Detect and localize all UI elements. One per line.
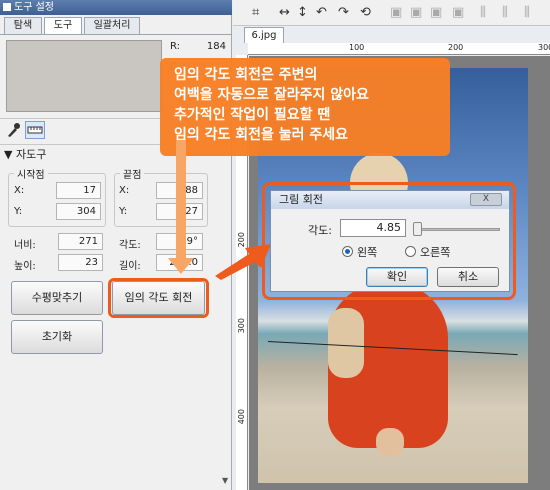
ok-button[interactable]: 확인 bbox=[366, 267, 428, 287]
end-point-label: 끝점 bbox=[120, 166, 145, 181]
tab-tools[interactable]: 도구 bbox=[44, 17, 82, 34]
photo-figure-arm bbox=[328, 308, 364, 378]
r-label: R: bbox=[170, 41, 181, 52]
radio-right[interactable] bbox=[405, 246, 416, 257]
callout-text-line: 추가적인 작업이 필요할 땐 bbox=[174, 107, 331, 123]
align-icon-4[interactable]: ▣ bbox=[452, 5, 464, 20]
ruler-tool-icon[interactable] bbox=[25, 121, 45, 139]
color-preview bbox=[6, 40, 162, 112]
section-title-ruler-tool[interactable]: ▼ 자도구 bbox=[4, 146, 46, 162]
distribute-icon-3[interactable]: ⫼ bbox=[524, 5, 530, 20]
start-point-label: 시작점 bbox=[14, 166, 48, 181]
angle-label: 각도: bbox=[119, 240, 141, 251]
scroll-down-icon[interactable]: ▼ bbox=[222, 476, 228, 485]
rotate-right-icon[interactable]: ↷ bbox=[338, 5, 349, 20]
start-y-label: Y: bbox=[14, 206, 23, 217]
dialog-close-button[interactable]: X bbox=[470, 193, 502, 206]
tab-batch[interactable]: 일괄처리 bbox=[84, 17, 140, 34]
ruler-top bbox=[248, 43, 550, 55]
crop-icon[interactable]: ⌗ bbox=[252, 5, 259, 20]
ruler-top-label: 100 bbox=[349, 43, 365, 52]
ruler-top-label: 200 bbox=[448, 43, 464, 52]
callout-text-line: 여백을 자동으로 잘라주지 않아요 bbox=[174, 87, 369, 103]
height-field[interactable]: 23 bbox=[58, 254, 103, 271]
r-value: 184 bbox=[206, 41, 226, 52]
ruler-left-label: 300 bbox=[237, 318, 246, 334]
eyedropper-icon[interactable] bbox=[6, 122, 20, 138]
callout-text-line: 임의 각도 회전을 눌러 주세요 bbox=[174, 127, 349, 143]
document-tab[interactable]: 6.jpg bbox=[244, 27, 284, 43]
start-y-field[interactable]: 304 bbox=[56, 203, 101, 220]
arbitrary-rotate-button[interactable]: 임의 각도 회전 bbox=[112, 281, 205, 315]
align-icon-1[interactable]: ▣ bbox=[390, 5, 402, 20]
angle-slider-track[interactable] bbox=[418, 228, 500, 231]
tab-explore[interactable]: 탐색 bbox=[4, 17, 42, 34]
distribute-icon-2[interactable]: ⫼ bbox=[502, 5, 508, 20]
panel-title: 도구 설정 bbox=[0, 0, 232, 15]
angle-slider-thumb[interactable] bbox=[413, 222, 422, 236]
dialog-angle-label: 각도: bbox=[308, 224, 332, 237]
cancel-button[interactable]: 취소 bbox=[437, 267, 499, 287]
length-label: 길이: bbox=[119, 261, 141, 272]
radio-right-label: 오른쪽 bbox=[420, 246, 451, 259]
start-x-field[interactable]: 17 bbox=[56, 182, 101, 199]
arrow-down-shaft bbox=[176, 140, 186, 260]
width-label: 너비: bbox=[14, 240, 36, 251]
panel-pin-icon[interactable] bbox=[3, 3, 11, 11]
radio-left-label: 왼쪽 bbox=[357, 246, 378, 259]
end-x-label: X: bbox=[119, 185, 130, 196]
tab-divider bbox=[0, 34, 232, 35]
level-button[interactable]: 수평맞추기 bbox=[11, 281, 103, 315]
radio-left[interactable] bbox=[342, 246, 353, 257]
dialog-angle-input[interactable]: 4.85 bbox=[340, 219, 406, 237]
ruler-left-label: 400 bbox=[237, 409, 246, 425]
height-label: 높이: bbox=[14, 261, 36, 272]
width-field[interactable]: 271 bbox=[58, 233, 103, 250]
photo-figure-hand bbox=[376, 428, 404, 456]
end-y-label: Y: bbox=[119, 206, 128, 217]
reset-button[interactable]: 초기화 bbox=[11, 320, 103, 354]
align-icon-2[interactable]: ▣ bbox=[410, 5, 422, 20]
ruler-top-label: 300 bbox=[538, 43, 550, 52]
rotate-left-icon[interactable]: ↶ bbox=[316, 5, 327, 20]
callout-text-line: 임의 각도 회전은 주변의 bbox=[174, 67, 318, 83]
arrow-down-icon bbox=[168, 258, 194, 274]
flip-vertical-icon[interactable]: ↕ bbox=[297, 5, 308, 20]
start-x-label: X: bbox=[14, 185, 25, 196]
rotate-180-icon[interactable]: ⟲ bbox=[360, 5, 371, 20]
flip-horizontal-icon[interactable]: ↔ bbox=[279, 5, 290, 20]
align-icon-3[interactable]: ▣ bbox=[430, 5, 442, 20]
distribute-icon-1[interactable]: ⫼ bbox=[480, 5, 486, 20]
